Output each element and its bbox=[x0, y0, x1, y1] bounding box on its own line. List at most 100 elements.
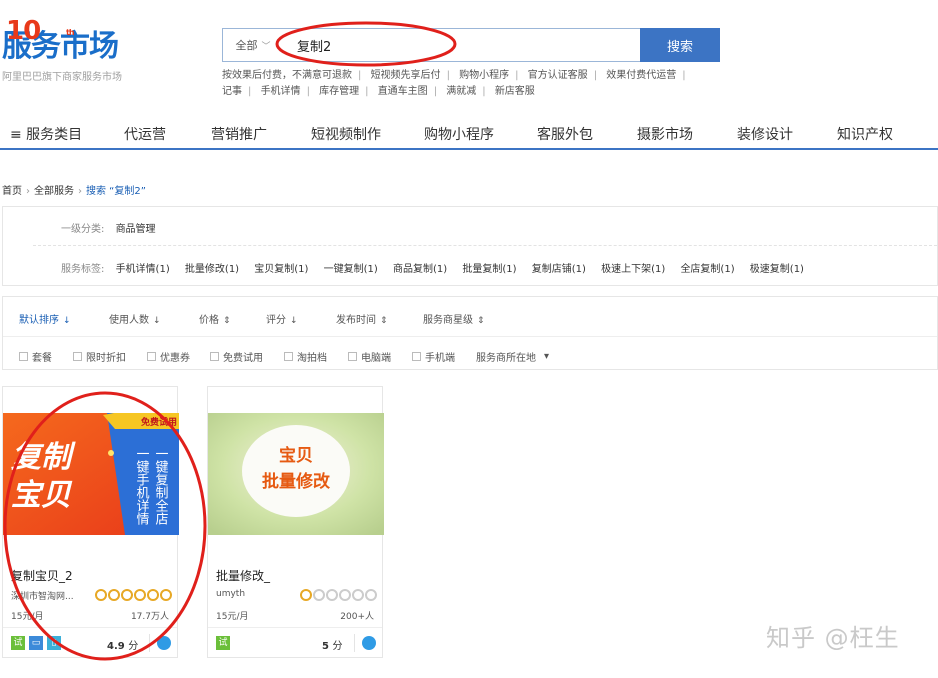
hot-link[interactable]: 直通车主图 bbox=[378, 86, 428, 97]
search-scope-select[interactable]: 全部 ﹀ bbox=[223, 29, 283, 61]
checkbox-box[interactable] bbox=[73, 352, 82, 361]
checkbox-box[interactable] bbox=[19, 352, 28, 361]
product-score: 4.9 分 bbox=[107, 641, 139, 652]
arrow-down-icon: ↓ bbox=[153, 316, 161, 326]
nav-item-marketing[interactable]: 营销推广 bbox=[211, 124, 267, 144]
search-input[interactable] bbox=[283, 29, 640, 61]
mobile-icon: ▯ bbox=[47, 636, 61, 650]
medal-icon bbox=[160, 589, 172, 601]
filter-tag[interactable]: 批量复制(1) bbox=[462, 264, 516, 275]
search-bar: 全部 ﹀ 搜索 bbox=[222, 28, 720, 62]
hot-link[interactable]: 效果付费代运营 bbox=[606, 70, 676, 81]
hot-link[interactable]: 记事 bbox=[222, 86, 242, 97]
filter-category-label: 一级分类: bbox=[61, 224, 105, 235]
nav-item-ip[interactable]: 知识产权 bbox=[837, 124, 893, 144]
checkbox-box[interactable] bbox=[284, 352, 293, 361]
hot-link[interactable]: 按效果后付费，不满意可退款 bbox=[222, 70, 352, 81]
checkbox-free-trial[interactable]: 免费试用 bbox=[210, 349, 263, 364]
caret-down-icon: ▾ bbox=[544, 351, 550, 362]
sort-toggle-icon: ⇕ bbox=[223, 316, 231, 326]
chat-icon[interactable] bbox=[157, 636, 171, 650]
nav-item-photography[interactable]: 摄影市场 bbox=[637, 124, 693, 144]
chevron-right-icon: › bbox=[26, 186, 30, 197]
hot-link[interactable]: 库存管理 bbox=[319, 86, 359, 97]
chevron-right-icon: › bbox=[78, 186, 82, 197]
hot-link[interactable]: 短视频先享后付 bbox=[371, 70, 441, 81]
medal-icon bbox=[365, 589, 377, 601]
filter-tag[interactable]: 极速复制(1) bbox=[750, 264, 804, 275]
product-card[interactable]: 宝贝 批量修改 批量修改_ umyth 15元/月 200+人 试 5 分 bbox=[207, 386, 384, 658]
medal-icon bbox=[313, 589, 325, 601]
ribbon-text: 免费试用 bbox=[141, 416, 177, 428]
checkbox-box[interactable] bbox=[210, 352, 219, 361]
location-label: 服务商所在地 bbox=[476, 353, 536, 364]
medal-icon bbox=[134, 589, 146, 601]
search-button[interactable]: 搜索 bbox=[640, 28, 720, 62]
product-name[interactable]: 复制宝贝_2 bbox=[11, 567, 73, 584]
filter-category-value[interactable]: 商品管理 bbox=[116, 224, 156, 235]
nav-item-mini-program[interactable]: 购物小程序 bbox=[424, 124, 494, 144]
filter-tag[interactable]: 全店复制(1) bbox=[680, 264, 734, 275]
product-shop[interactable]: 深圳市智淘网... bbox=[11, 589, 74, 602]
logo-subtitle: 阿里巴巴旗下商家服务市场 bbox=[2, 72, 122, 83]
sort-provider-stars[interactable]: 服务商星级 ⇕ bbox=[423, 311, 485, 326]
sort-default[interactable]: 默认排序 ↓ bbox=[19, 311, 71, 326]
thumb-big-text-2: 宝贝 bbox=[11, 478, 73, 513]
filter-tag[interactable]: 批量修改(1) bbox=[185, 264, 239, 275]
product-thumbnail[interactable]: 免费试用 复制 宝贝 一键复制全店 一键手机详情 bbox=[3, 413, 179, 535]
pc-icon: ▭ bbox=[29, 636, 43, 650]
medal-icon bbox=[121, 589, 133, 601]
sort-users[interactable]: 使用人数 ↓ bbox=[109, 311, 161, 326]
hot-link[interactable]: 手机详情 bbox=[261, 86, 301, 97]
product-image-copy: 免费试用 复制 宝贝 一键复制全店 一键手机详情 bbox=[3, 413, 179, 535]
hot-link[interactable]: 购物小程序 bbox=[459, 70, 509, 81]
checkbox-coupon[interactable]: 优惠券 bbox=[147, 349, 190, 364]
nav-item-short-video[interactable]: 短视频制作 bbox=[311, 124, 381, 144]
breadcrumb-home[interactable]: 首页 bbox=[2, 186, 22, 197]
filter-tag[interactable]: 极速上下架(1) bbox=[601, 264, 665, 275]
product-shop[interactable]: umyth bbox=[216, 589, 245, 599]
nav-item-customer-service[interactable]: 客服外包 bbox=[537, 124, 593, 144]
checkbox-box[interactable] bbox=[412, 352, 421, 361]
nav-item-decoration[interactable]: 装修设计 bbox=[737, 124, 793, 144]
product-name[interactable]: 批量修改_ bbox=[216, 567, 270, 584]
filter-divider bbox=[33, 245, 937, 246]
medal-icon bbox=[147, 589, 159, 601]
checkbox-discount[interactable]: 限时折扣 bbox=[73, 349, 126, 364]
product-thumbnail[interactable]: 宝贝 批量修改 bbox=[208, 413, 384, 535]
filter-tag[interactable]: 手机详情(1) bbox=[116, 264, 170, 275]
chat-icon[interactable] bbox=[362, 636, 376, 650]
medal-icon bbox=[108, 589, 120, 601]
sort-publish-time[interactable]: 发布时间 ⇕ bbox=[336, 311, 388, 326]
sort-label: 服务商星级 bbox=[423, 315, 473, 326]
hot-link[interactable]: 官方认证客服 bbox=[528, 70, 588, 81]
checkbox-pc[interactable]: 电脑端 bbox=[348, 349, 391, 364]
divider bbox=[354, 634, 355, 652]
hot-link[interactable]: 新店客服 bbox=[495, 86, 535, 97]
sort-rating[interactable]: 评分 ↓ bbox=[266, 311, 298, 326]
sort-price[interactable]: 价格 ⇕ bbox=[199, 311, 231, 326]
filter-tag[interactable]: 宝贝复制(1) bbox=[254, 264, 308, 275]
checkbox-mobile[interactable]: 手机端 bbox=[412, 349, 455, 364]
product-image-batch-edit: 宝贝 批量修改 bbox=[208, 413, 384, 535]
checkbox-box[interactable] bbox=[348, 352, 357, 361]
checkbox-package[interactable]: 套餐 bbox=[19, 349, 52, 364]
medal-icon bbox=[339, 589, 351, 601]
nav-item-operation[interactable]: 代运营 bbox=[124, 124, 166, 144]
sort-row: 默认排序 ↓ 使用人数 ↓ 价格 ⇕ 评分 ↓ 发布时间 ⇕ 服务商星级 ⇕ bbox=[3, 297, 937, 337]
checkbox-taopaidang[interactable]: 淘拍档 bbox=[284, 349, 327, 364]
thumb-col-1: 一键手机详情 bbox=[134, 447, 150, 525]
location-dropdown[interactable]: 服务商所在地 ▾ bbox=[476, 349, 549, 364]
filter-tag[interactable]: 商品复制(1) bbox=[393, 264, 447, 275]
filter-tag[interactable]: 一键复制(1) bbox=[324, 264, 378, 275]
checkbox-box[interactable] bbox=[147, 352, 156, 361]
product-card[interactable]: 免费试用 复制 宝贝 一键复制全店 一键手机详情 复制宝贝_2 深圳市智淘网..… bbox=[2, 386, 179, 658]
sort-label: 评分 bbox=[266, 315, 286, 326]
hot-link[interactable]: 满就减 bbox=[446, 86, 476, 97]
nav-item-categories[interactable]: ≡ 服务类目 bbox=[10, 124, 82, 144]
site-logo[interactable]: 10 th 服务市场 阿里巴巴旗下商家服务市场 bbox=[2, 14, 142, 84]
product-score: 5 分 bbox=[322, 641, 343, 652]
breadcrumb-all[interactable]: 全部服务 bbox=[34, 186, 74, 197]
medal-icon bbox=[300, 589, 312, 601]
filter-tag[interactable]: 复制店铺(1) bbox=[532, 264, 586, 275]
